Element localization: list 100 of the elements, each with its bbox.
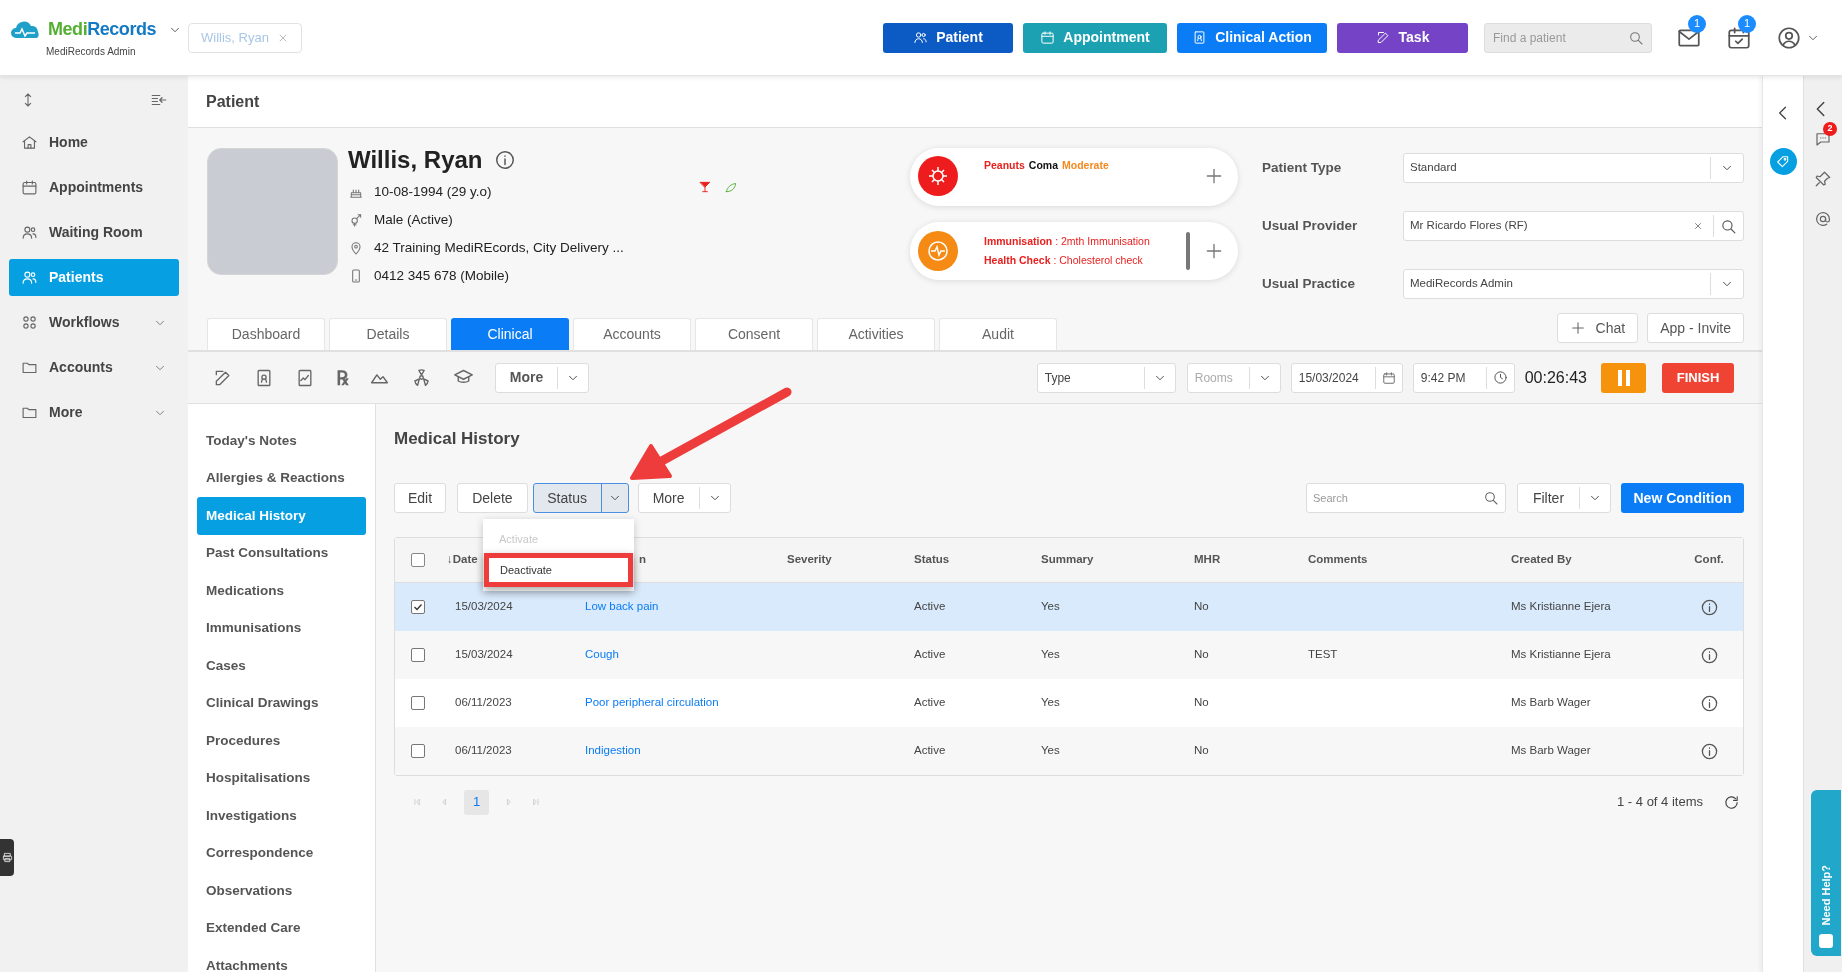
clinical-nav-item[interactable]: Attachments [197, 947, 366, 972]
patient-tab[interactable]: Activities [817, 318, 935, 350]
sidebar-item[interactable]: More [9, 394, 179, 431]
column-header[interactable]: Summary [1041, 553, 1094, 566]
clinical-action-button[interactable]: Clinical Action [1177, 22, 1327, 53]
pin-icon [1814, 170, 1832, 188]
type-select[interactable]: Type [1036, 362, 1176, 393]
filter-dropdown-button[interactable]: Filter [1517, 483, 1611, 513]
table-cell: No [1194, 648, 1209, 661]
more-dropdown-button[interactable]: More [637, 483, 731, 513]
date-field[interactable]: 15/03/2024 [1290, 362, 1403, 393]
row-checkbox[interactable] [411, 744, 425, 758]
clinical-nav-item[interactable]: Observations [197, 872, 366, 910]
column-header[interactable]: Comments [1308, 553, 1368, 566]
consult-timer: 00:26:43 [1524, 367, 1587, 388]
clinical-nav-item[interactable]: Cases [197, 647, 366, 685]
find-patient-field[interactable]: Find a patient [1484, 22, 1652, 53]
column-header[interactable]: ↓Date [447, 553, 478, 566]
user-icon [1776, 24, 1802, 51]
column-header[interactable]: Created By [1511, 553, 1572, 566]
time-field[interactable]: 9:42 PM [1412, 362, 1515, 393]
sidebar-item[interactable]: Accounts [9, 349, 179, 386]
tag-button[interactable] [1769, 148, 1797, 175]
task-button[interactable]: Task [1337, 22, 1468, 53]
clinical-nav-item[interactable]: Correspondence [197, 834, 366, 872]
provider-field[interactable]: Mr Ricardo Flores (RF) [1403, 211, 1744, 241]
column-header[interactable]: Severity [787, 553, 832, 566]
sidebar-item[interactable]: Home [9, 124, 179, 161]
more-dropdown-button[interactable]: More [495, 362, 589, 393]
clinical-nav-item[interactable]: Investigations [197, 797, 366, 835]
condition-link[interactable]: Cough [585, 648, 619, 661]
plus-icon [1569, 320, 1586, 336]
new-condition-button[interactable]: New Condition [1621, 483, 1744, 513]
page-title: Patient [206, 91, 260, 112]
column-header[interactable]: MHR [1194, 553, 1221, 566]
field-label: Usual Provider [1262, 216, 1359, 235]
sidebar-item[interactable]: Appointments [9, 169, 179, 206]
clinical-nav-item[interactable]: Immunisations [197, 609, 366, 647]
patient-tab[interactable]: Dashboard [207, 318, 325, 350]
clinical-nav-item[interactable]: Today's Notes [197, 422, 366, 460]
prescription-icon[interactable]: ℞ [336, 367, 348, 388]
delete-button[interactable]: Delete [457, 483, 528, 513]
clinical-nav-item[interactable]: Clinical Drawings [197, 684, 366, 722]
first-page-icon [412, 797, 422, 807]
new-patient-button[interactable]: Patient [883, 22, 1013, 53]
table-cell: 15/03/2024 [455, 600, 513, 613]
table-cell: 06/11/2023 [455, 744, 512, 757]
patient-tab[interactable]: Consent [695, 318, 813, 350]
patient-tab[interactable]: Accounts [573, 318, 691, 350]
patient-tab[interactable]: Clinical [451, 318, 569, 350]
table-cell: Active [914, 648, 946, 661]
patient-tab[interactable]: Audit [939, 318, 1057, 350]
alerts-card[interactable]: Immunisation : 2mth Immunisation Health Check : Cholesterol check [910, 222, 1238, 280]
select-field[interactable]: MediRecords Admin [1403, 269, 1744, 299]
table-cell: 15/03/2024 [455, 648, 513, 661]
chat-icon [1814, 130, 1832, 148]
sidebar-item[interactable]: Waiting Room [9, 214, 179, 251]
sidebar-item[interactable]: Workflows [9, 304, 179, 341]
allergy-card[interactable]: Peanuts Coma Moderate [910, 148, 1238, 206]
row-checkbox[interactable] [411, 600, 425, 614]
edit-button[interactable]: Edit [394, 483, 447, 513]
row-checkbox[interactable] [411, 648, 425, 662]
app-invite-button[interactable]: App - Invite [1647, 313, 1744, 343]
info-icon [1699, 645, 1719, 665]
search-field[interactable]: Search [1306, 483, 1506, 513]
people-icon [21, 224, 38, 241]
pause-icon [1616, 369, 1631, 386]
patient-tab[interactable]: Details [329, 318, 447, 350]
select-all-checkbox[interactable] [411, 553, 425, 567]
column-header[interactable]: Status [914, 553, 950, 566]
section-title: Medical History [394, 428, 521, 450]
patient-dob: 10-08-1994 (29 y.o) [374, 182, 492, 201]
clinical-nav-item[interactable]: Procedures [197, 722, 366, 760]
column-header[interactable]: n [639, 553, 647, 566]
condition-link[interactable]: Poor peripheral circulation [585, 696, 719, 709]
select-field[interactable]: Standard [1403, 153, 1744, 183]
row-checkbox[interactable] [411, 696, 425, 710]
allergy-text: Peanuts Coma Moderate [984, 158, 1110, 173]
logo-wordmark[interactable]: MediRecords [48, 16, 157, 43]
condition-link[interactable]: Indigestion [585, 744, 641, 757]
clinical-nav-item[interactable]: Allergies & Reactions [197, 459, 366, 497]
printer-tab[interactable] [0, 839, 14, 876]
clinical-nav-item[interactable]: Hospitalisations [197, 759, 366, 797]
search-icon [1628, 29, 1644, 46]
clinical-nav-item[interactable]: Medications [197, 572, 366, 610]
gender-icon [348, 212, 364, 228]
pause-button[interactable] [1601, 362, 1646, 393]
finish-button[interactable]: FINISH [1662, 362, 1734, 393]
clinical-nav-item[interactable]: Extended Care [197, 909, 366, 947]
table-cell: Yes [1041, 648, 1060, 661]
table-cell: TEST [1308, 648, 1338, 661]
status-dropdown-button[interactable]: Status [532, 483, 629, 513]
table-cell: Yes [1041, 600, 1060, 613]
clinical-nav-item[interactable]: Past Consultations [197, 534, 366, 572]
table-cell: Ms Kristianne Ejera [1511, 600, 1611, 613]
chat-button[interactable]: Chat [1556, 313, 1639, 343]
column-header[interactable]: Conf. [1694, 553, 1724, 566]
patient-name: Willis, Ryan [348, 145, 483, 175]
checkmark-icon [413, 602, 423, 612]
table-cell: Active [914, 696, 946, 709]
